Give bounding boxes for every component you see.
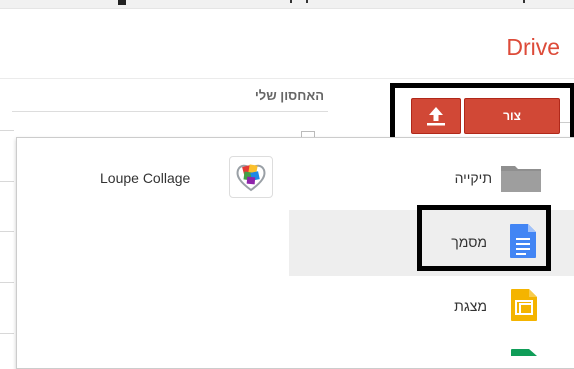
document-item-callout	[417, 205, 551, 271]
row-edge	[0, 282, 14, 283]
top-strip-mark	[118, 0, 126, 5]
header-divider	[0, 78, 574, 79]
top-strip-tick	[523, 0, 525, 3]
menu-item-folder-label: תיקייה	[454, 170, 492, 186]
menu-item-loupe-collage-label: Loupe Collage	[100, 170, 191, 186]
browser-top-strip	[0, 0, 574, 9]
app-title[interactable]: Drive	[506, 34, 560, 61]
row-edge	[0, 333, 14, 334]
spreadsheet-icon	[511, 349, 537, 356]
row-edge	[0, 130, 14, 131]
top-strip-tick	[306, 0, 308, 3]
menu-item-presentation[interactable]: מצגת	[425, 286, 545, 326]
menu-item-folder[interactable]: תיקייה	[430, 158, 560, 198]
content-divider	[12, 111, 328, 112]
presentation-icon	[511, 289, 537, 321]
folder-icon	[501, 166, 541, 192]
loupe-collage-icon	[229, 156, 273, 198]
menu-item-presentation-label: מצגת	[454, 298, 487, 314]
row-edge	[0, 231, 14, 232]
top-strip-tick	[290, 0, 292, 3]
sidebar-item-my-storage[interactable]: האחסון שלי	[232, 88, 324, 103]
row-edge	[0, 181, 14, 182]
